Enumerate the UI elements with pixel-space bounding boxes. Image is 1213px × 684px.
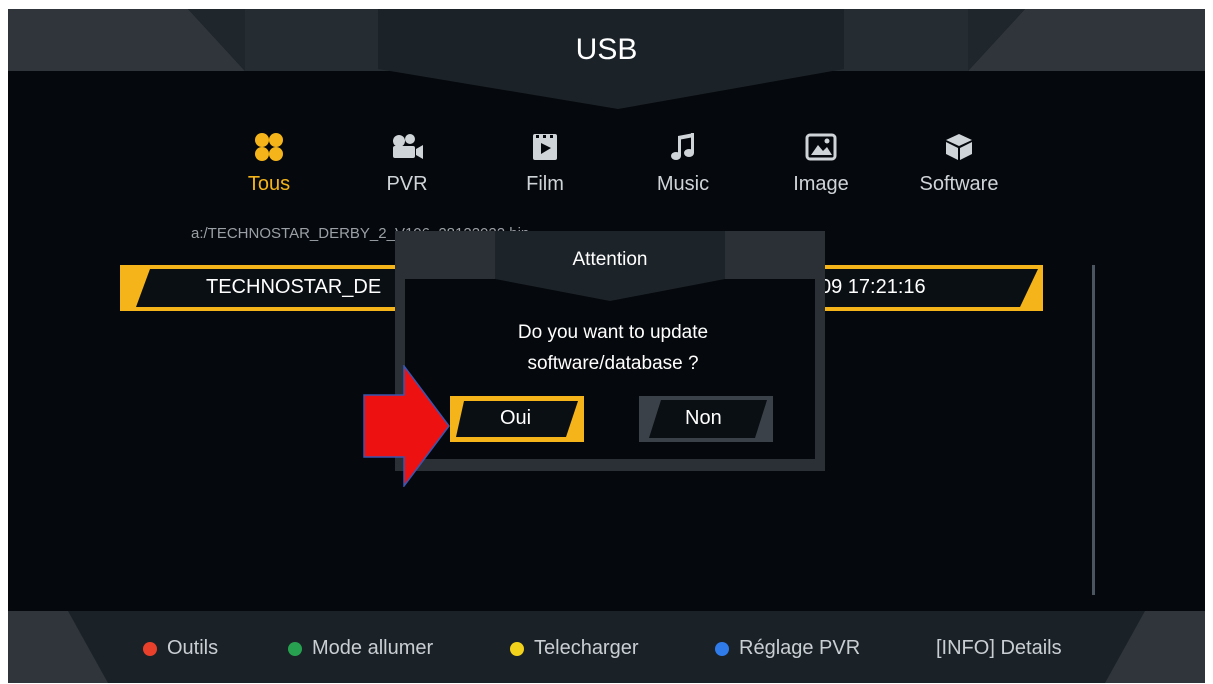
blue-dot-icon: [715, 641, 729, 656]
file-name: TECHNOSTAR_DE: [206, 276, 382, 298]
message-line: software/database ?: [527, 353, 699, 374]
oui-button-label: Oui: [500, 407, 532, 429]
film-icon: [490, 129, 600, 165]
tv-screen: USB Tous PVR Film Music Image Software a…: [8, 9, 1205, 683]
footer-item-reglage-pvr: Réglage PVR: [715, 637, 860, 660]
tab-music[interactable]: Music: [628, 129, 738, 209]
attention-dialog: Attention Do you want to update software…: [395, 231, 825, 471]
red-arrow-annotation: [363, 365, 450, 487]
footer-item-telecharger: Telecharger: [510, 637, 639, 660]
yellow-dot-icon: [510, 641, 524, 656]
tab-pvr[interactable]: PVR: [352, 129, 462, 209]
tab-label: Music: [656, 173, 710, 195]
box-icon: [904, 129, 1014, 165]
tab-software[interactable]: Software: [904, 129, 1014, 209]
red-dot-icon: [143, 641, 157, 656]
oui-button[interactable]: Oui: [450, 396, 584, 442]
non-button[interactable]: Non: [639, 396, 773, 442]
dialog-title: Attention: [572, 249, 648, 270]
tab-film[interactable]: Film: [490, 129, 600, 209]
page-title: USB: [575, 33, 638, 66]
non-button-label: Non: [685, 407, 722, 429]
footer-item-outils: Outils: [143, 637, 218, 660]
tab-label: PVR: [386, 173, 428, 195]
footer-item-info-details: [INFO] Details: [936, 637, 1062, 660]
tab-label: Tous: [247, 173, 291, 195]
footer-label: Réglage PVR: [739, 637, 861, 659]
camera-icon: [352, 129, 462, 165]
grid-icon: [214, 129, 324, 165]
tab-label: Image: [793, 173, 849, 195]
footer-label: Mode allumer: [312, 637, 434, 659]
file-date: 09 17:21:16: [820, 276, 926, 298]
footer-item-mode-allumer: Mode allumer: [288, 637, 433, 660]
message-line: Do you want to update: [517, 322, 709, 343]
footer-label: Telecharger: [534, 637, 639, 659]
music-note-icon: [628, 129, 738, 165]
green-dot-icon: [288, 641, 302, 656]
scrollbar[interactable]: [1092, 265, 1095, 595]
tab-label: Film: [526, 173, 564, 195]
footer-label: Outils: [167, 637, 219, 659]
tab-label: Software: [919, 173, 999, 195]
dialog-message: Do you want to update software/database …: [395, 317, 831, 379]
footer-label: [INFO] Details: [936, 637, 1062, 659]
tab-image[interactable]: Image: [766, 129, 876, 209]
image-icon: [766, 129, 876, 165]
tab-tous[interactable]: Tous: [214, 129, 324, 209]
